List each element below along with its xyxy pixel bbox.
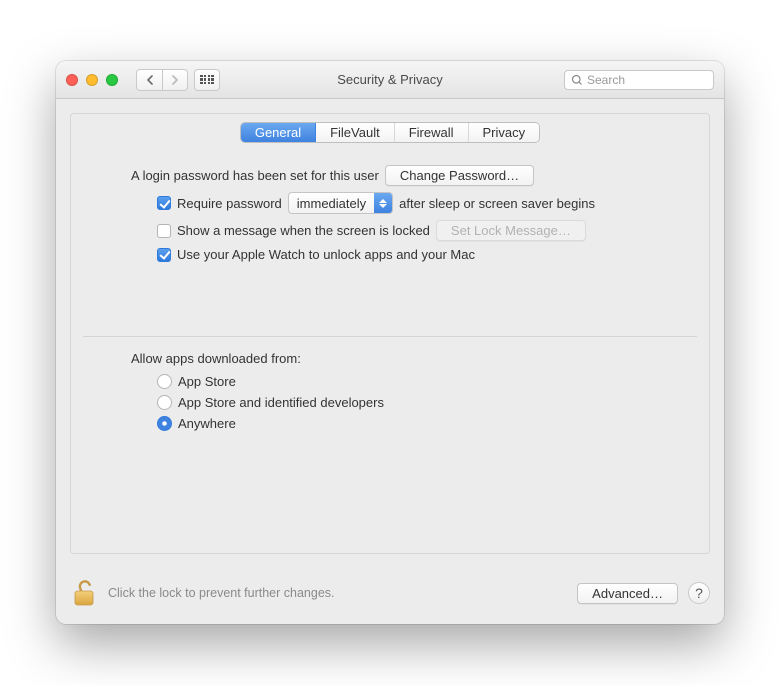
radio-app-store-label: App Store [178, 374, 236, 389]
password-delay-value: immediately [289, 196, 374, 211]
require-password-label: Require password [177, 196, 282, 211]
divider [83, 336, 697, 337]
show-lock-message-label: Show a message when the screen is locked [177, 223, 430, 238]
toolbar-nav [136, 69, 220, 91]
radio-identified-label: App Store and identified developers [178, 395, 384, 410]
apple-watch-label: Use your Apple Watch to unlock apps and … [177, 247, 475, 262]
tab-general[interactable]: General [241, 123, 316, 142]
search-icon [571, 74, 583, 86]
unlocked-lock-icon [71, 578, 97, 608]
updown-icon [374, 193, 392, 213]
search-wrap [564, 70, 714, 90]
chevron-right-icon [171, 75, 179, 85]
lock-button[interactable] [70, 578, 98, 608]
preferences-window: Security & Privacy General FileVault Fir… [56, 61, 724, 624]
change-password-button[interactable]: Change Password… [385, 165, 534, 186]
close-window-button[interactable] [66, 74, 78, 86]
radio-identified-developers[interactable] [157, 395, 172, 410]
radio-anywhere-label: Anywhere [178, 416, 236, 431]
tab-privacy[interactable]: Privacy [469, 123, 540, 142]
lock-hint-text: Click the lock to prevent further change… [108, 586, 335, 600]
apple-watch-checkbox[interactable] [157, 248, 171, 262]
back-button[interactable] [136, 69, 162, 91]
traffic-lights [66, 74, 118, 86]
search-input[interactable] [564, 70, 714, 90]
show-all-button[interactable] [194, 69, 220, 91]
grid-icon [200, 75, 213, 85]
tab-firewall[interactable]: Firewall [395, 123, 469, 142]
tab-bar: General FileVault Firewall Privacy [71, 114, 709, 159]
login-password-text: A login password has been set for this u… [131, 168, 379, 183]
radio-anywhere[interactable] [157, 416, 172, 431]
content: General FileVault Firewall Privacy A log… [56, 99, 724, 568]
gatekeeper-section: Allow apps downloaded from: App Store Ap… [71, 351, 709, 445]
show-lock-message-checkbox[interactable] [157, 224, 171, 238]
minimize-window-button[interactable] [86, 74, 98, 86]
radio-app-store[interactable] [157, 374, 172, 389]
password-delay-select[interactable]: immediately [288, 192, 393, 214]
zoom-window-button[interactable] [106, 74, 118, 86]
set-lock-message-button[interactable]: Set Lock Message… [436, 220, 586, 241]
tabs: General FileVault Firewall Privacy [240, 122, 540, 143]
after-sleep-text: after sleep or screen saver begins [399, 196, 595, 211]
login-section: A login password has been set for this u… [71, 165, 709, 276]
require-password-checkbox[interactable] [157, 196, 171, 210]
panel: General FileVault Firewall Privacy A log… [70, 113, 710, 554]
help-button[interactable]: ? [688, 582, 710, 604]
advanced-button[interactable]: Advanced… [577, 583, 678, 604]
tab-filevault[interactable]: FileVault [316, 123, 395, 142]
forward-button[interactable] [162, 69, 188, 91]
footer: Click the lock to prevent further change… [56, 568, 724, 624]
chevron-left-icon [146, 75, 154, 85]
gatekeeper-heading: Allow apps downloaded from: [131, 351, 301, 366]
titlebar: Security & Privacy [56, 61, 724, 99]
